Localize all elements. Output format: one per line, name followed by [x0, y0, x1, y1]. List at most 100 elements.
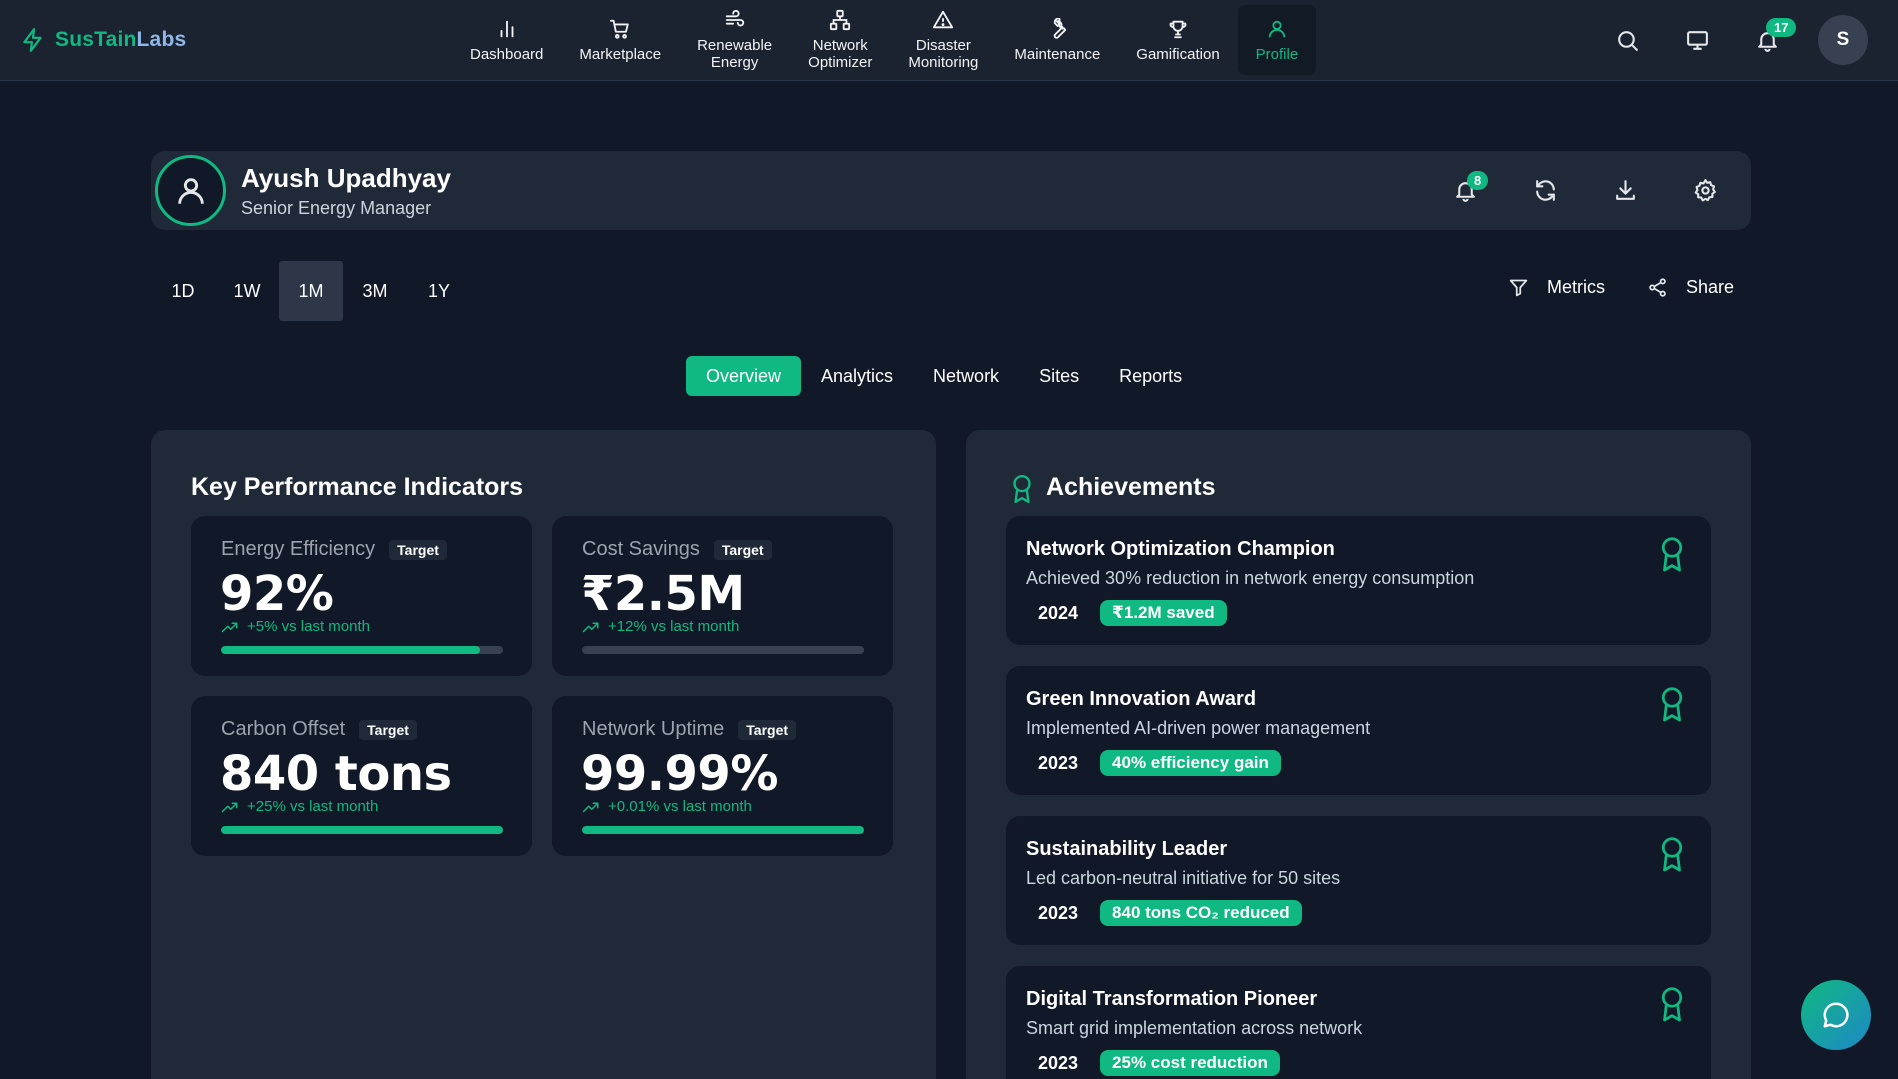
kpi-progress-bar	[221, 826, 503, 834]
nav-item-disaster-monitoring[interactable]: Disaster Monitoring	[890, 5, 996, 75]
achievement-item[interactable]: Green Innovation Award Implemented AI-dr…	[1006, 666, 1711, 795]
achievement-description: Led carbon-neutral initiative for 50 sit…	[1026, 868, 1341, 888]
achievement-item[interactable]: Sustainability Leader Led carbon-neutral…	[1006, 816, 1711, 945]
tab-reports[interactable]: Reports	[1099, 356, 1202, 396]
cart-icon	[610, 19, 629, 39]
refresh-icon	[1535, 179, 1555, 201]
target-badge: Target	[389, 539, 447, 560]
metrics-button[interactable]: Metrics	[1508, 277, 1605, 298]
kpi-label: Network Uptime	[582, 718, 725, 740]
tab-overview[interactable]: Overview	[686, 356, 802, 396]
achievement-title: Green Innovation Award	[1026, 688, 1257, 710]
kpi-delta: +25% vs last month	[221, 798, 378, 815]
kpi-label-row: Cost Savings Target	[582, 538, 772, 561]
kpi-value: ₹2.5M	[581, 566, 745, 622]
user-avatar[interactable]: S	[1818, 15, 1868, 65]
kpi-value: 99.99%	[581, 746, 778, 802]
achievements-list: Network Optimization Champion Achieved 3…	[1006, 516, 1711, 1079]
kpi-delta: +12% vs last month	[582, 618, 739, 635]
award-icon	[1013, 474, 1031, 504]
kpi-delta: +0.01% vs last month	[582, 798, 752, 815]
kpi-label: Carbon Offset	[221, 718, 346, 740]
achievements-title: Achievements	[1046, 473, 1216, 501]
profile-header: Ayush Upadhyay Senior Energy Manager 8	[151, 151, 1751, 230]
tab-sites[interactable]: Sites	[1019, 356, 1099, 396]
user-icon	[177, 177, 204, 204]
settings-button[interactable]	[1687, 169, 1723, 211]
lightning-icon	[23, 28, 42, 52]
download-button[interactable]	[1607, 169, 1643, 211]
trend-up-icon	[582, 622, 599, 632]
award-icon	[1661, 837, 1683, 872]
achievement-tag: 840 tons CO₂ reduced	[1100, 900, 1302, 926]
content-tabs: Overview Analytics Network Sites Reports	[686, 356, 1202, 396]
share-button[interactable]: Share	[1647, 277, 1734, 298]
achievement-item[interactable]: Digital Transformation Pioneer Smart gri…	[1006, 966, 1711, 1079]
achievement-description: Implemented AI-driven power management	[1026, 718, 1371, 738]
kpi-value: 92%	[220, 566, 334, 622]
share-label: Share	[1685, 277, 1734, 297]
nav-item-gamification[interactable]: Gamification	[1118, 5, 1237, 75]
tool-buttons: Metrics Share	[1508, 277, 1734, 298]
kpi-value: 840 tons	[220, 746, 452, 802]
kpi-label-row: Network Uptime Target	[582, 718, 797, 741]
award-icon	[1661, 687, 1683, 722]
trend-up-icon	[582, 802, 599, 812]
achievement-meta: 2024 ₹1.2M saved	[1038, 600, 1227, 626]
tab-network[interactable]: Network	[913, 356, 1019, 396]
profile-notification-badge: 8	[1467, 171, 1489, 190]
display-button[interactable]	[1678, 14, 1716, 66]
achievement-item[interactable]: Network Optimization Champion Achieved 3…	[1006, 516, 1711, 645]
target-badge: Target	[359, 719, 417, 740]
achievement-meta: 2023 840 tons CO₂ reduced	[1038, 900, 1302, 926]
nav-item-marketplace[interactable]: Marketplace	[561, 5, 679, 75]
trend-up-icon	[221, 622, 238, 632]
nav-item-maintenance[interactable]: Maintenance	[996, 5, 1118, 75]
kpi-card-energy-efficiency[interactable]: Energy Efficiency Target 92% +5% vs last…	[191, 516, 532, 676]
notifications-button[interactable]: 17	[1748, 14, 1797, 66]
achievements-panel: Achievements Network Optimization Champi…	[966, 430, 1751, 1079]
refresh-button[interactable]	[1527, 169, 1563, 211]
award-icon	[1661, 987, 1683, 1022]
range-1d[interactable]: 1D	[151, 261, 215, 321]
kpi-label-row: Carbon Offset Target	[221, 718, 417, 741]
range-1w[interactable]: 1W	[215, 261, 279, 321]
chat-bubble-icon	[1823, 1002, 1849, 1028]
kpi-grid: Energy Efficiency Target 92% +5% vs last…	[191, 516, 893, 856]
achievement-description: Smart grid implementation across network	[1026, 1018, 1363, 1038]
nav-item-network-optimizer[interactable]: Network Optimizer	[790, 5, 890, 75]
range-1y[interactable]: 1Y	[407, 261, 471, 321]
kpi-progress-bar	[582, 826, 864, 834]
network-icon	[830, 9, 851, 31]
achievement-year: 2023	[1038, 902, 1079, 923]
nav-item-renewable-energy[interactable]: Renewable Energy	[679, 5, 790, 75]
chat-button[interactable]	[1801, 980, 1871, 1050]
kpi-card-cost-savings[interactable]: Cost Savings Target ₹2.5M +12% vs last m…	[552, 516, 893, 676]
nav-item-profile[interactable]: Profile	[1237, 5, 1317, 75]
nav-item-dashboard[interactable]: Dashboard	[452, 5, 561, 75]
gear-icon	[1694, 178, 1716, 201]
target-badge: Target	[713, 539, 772, 560]
achievement-meta: 2023 25% cost reduction	[1038, 1050, 1280, 1076]
kpi-label-row: Energy Efficiency Target	[221, 538, 447, 561]
kpi-delta-text: +12% vs last month	[608, 618, 740, 635]
time-range-selector: 1D 1W 1M 3M 1Y	[151, 261, 471, 321]
achievement-title: Sustainability Leader	[1026, 838, 1228, 860]
profile-notifications-button[interactable]: 8	[1447, 169, 1489, 211]
search-button[interactable]	[1608, 14, 1646, 66]
kpi-card-carbon-offset[interactable]: Carbon Offset Target 840 tons +25% vs la…	[191, 696, 532, 856]
range-3m[interactable]: 3M	[343, 261, 407, 321]
kpi-card-network-uptime[interactable]: Network Uptime Target 99.99% +0.01% vs l…	[552, 696, 893, 856]
kpi-progress-fill	[221, 826, 503, 834]
tab-analytics[interactable]: Analytics	[801, 356, 913, 396]
range-1m[interactable]: 1M	[279, 261, 343, 321]
search-icon	[1617, 30, 1638, 51]
nav-label: Marketplace	[579, 45, 662, 63]
metrics-label: Metrics	[1546, 277, 1605, 297]
brand-logo[interactable]: SusTainLabs	[20, 26, 186, 54]
main-nav: Dashboard Marketplace Renewable Energy N…	[452, 5, 1317, 75]
nav-label: Profile	[1255, 45, 1299, 63]
share-icon	[1649, 278, 1666, 297]
wrench-icon	[1054, 17, 1067, 39]
filter-icon	[1509, 279, 1528, 297]
